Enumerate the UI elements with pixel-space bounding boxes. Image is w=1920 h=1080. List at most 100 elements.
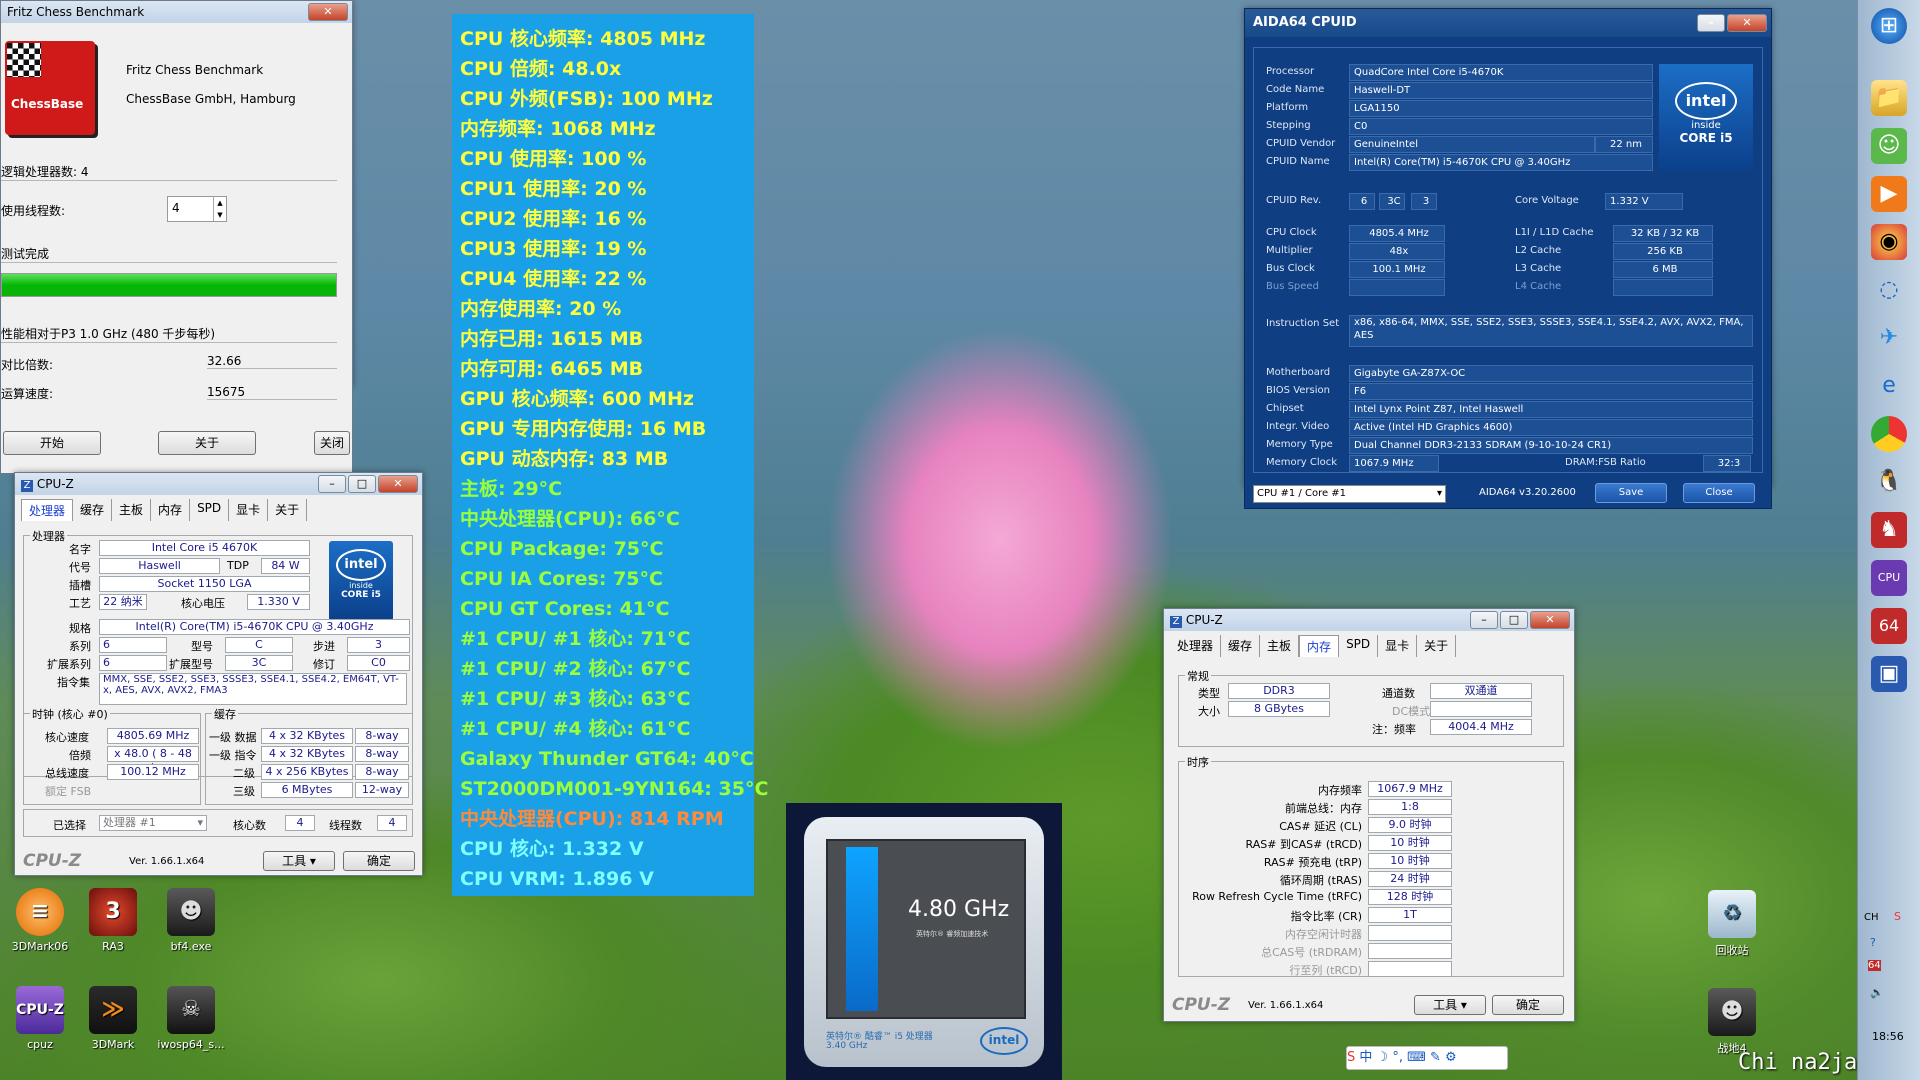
stepping-label: 步进 [313,640,335,653]
clock[interactable]: 18:56 [1872,1030,1904,1043]
3dmark-icon: ≫ [89,986,137,1034]
ok-button[interactable]: 确定 [343,851,415,871]
wechat-icon[interactable]: ☺ [1871,128,1907,164]
cpuz-brand: CPU-Z [1172,995,1231,1015]
tab-processor[interactable]: 处理器 [21,499,74,521]
close-icon[interactable]: ✕ [378,475,418,493]
gadget-sub: 英特尔® 睿频加速技术 [916,930,989,938]
close-button-aida[interactable]: Close [1683,483,1755,503]
tab-mainboard[interactable]: 主板 [1260,635,1300,657]
maximize-icon[interactable]: □ [1500,611,1528,629]
osd-line: ST2000DM001-9YN164: 35°C [460,778,769,800]
cpuz1-titlebar[interactable]: Z CPU-Z – □ ✕ [15,473,422,495]
osd-line: 内存频率: 1068 MHz [460,118,656,140]
core-select[interactable]: CPU #1 / Core #1 ▾ [1253,485,1446,503]
turbo-boost-gadget[interactable]: 4.80 GHz 英特尔® 睿频加速技术 英特尔® 酷睿™ i5 处理器 3.4… [786,803,1062,1080]
tools-button[interactable]: 工具 ▾ [263,851,335,871]
sogou-tray-icon[interactable]: S [1894,910,1901,923]
thunder-icon[interactable]: ✈ [1871,320,1907,356]
family-label: 系列 [69,640,91,653]
desktop-icon-cpuz[interactable]: CPU-Z cpuz [0,986,80,1051]
l3-label: 三级 [233,785,255,798]
aida-tray-icon[interactable]: 64 [1868,960,1881,971]
media-player-icon[interactable]: ▶ [1871,176,1907,212]
tab-spd[interactable]: SPD [1339,635,1379,657]
tab-graphics[interactable]: 显卡 [1378,635,1418,657]
osd-line: CPU 倍频: 48.0x [460,58,622,80]
voltage-label: 核心电压 [181,597,225,610]
tab-memory[interactable]: 内存 [1299,635,1340,657]
minimize-icon[interactable]: – [318,475,346,493]
maximize-icon[interactable]: □ [348,475,376,493]
ok-button[interactable]: 确定 [1492,995,1564,1015]
vendor-value: GenuineIntel [1349,136,1595,153]
close-icon[interactable]: ✕ [308,3,348,21]
tab-memory[interactable]: 内存 [151,499,191,521]
timing-value [1368,925,1452,941]
minimize-icon[interactable]: – [1470,611,1498,629]
fritz-titlebar[interactable]: Fritz Chess Benchmark ✕ [1,1,352,23]
aida-intel-ring: intel [1675,82,1737,120]
chrome-icon[interactable] [1871,416,1907,452]
chessbase-logo: ChessBase [5,41,95,135]
codename-value: Haswell-DT [1349,82,1653,99]
save-button[interactable]: Save [1595,483,1667,503]
tab-about[interactable]: 关于 [268,499,308,521]
tab-spd[interactable]: SPD [190,499,230,521]
corevolt-value: 1.332 V [1605,193,1683,210]
explorer-icon[interactable]: 📁 [1871,80,1907,116]
memtype-value: Dual Channel DDR3-2133 SDRAM (9-10-10-24… [1349,437,1753,454]
start-button[interactable]: 开始 [3,431,101,455]
help-tray-icon[interactable]: ? [1870,936,1876,949]
tab-cache[interactable]: 缓存 [1221,635,1261,657]
tab-graphics[interactable]: 显卡 [229,499,269,521]
timing-value: 1:8 [1368,799,1452,815]
aida-titlebar[interactable]: AIDA64 CPUID – ✕ [1245,9,1771,37]
minimize-icon[interactable]: – [1697,14,1725,32]
close-icon[interactable]: ✕ [1530,611,1570,629]
mem-size-label: 大小 [1198,705,1220,718]
timing-label: 内存频率 [1318,784,1362,797]
spinner-arrows-icon[interactable]: ▲ ▼ [213,197,226,221]
processor-select[interactable]: 处理器 #1 ▾ [99,815,207,831]
close-icon[interactable]: ✕ [1727,14,1767,32]
aida-core-text: CORE i5 [1679,131,1733,145]
rev-family: 6 [1349,193,1375,210]
mb-label: Motherboard [1266,367,1331,378]
desktop-icon-ra3[interactable]: 3 RA3 [73,888,153,953]
desktop-icon-bf4-2[interactable]: ☻ 战地4 [1692,988,1772,1056]
cpuz-taskbar-icon[interactable]: CPU [1871,560,1907,596]
desktop-icon-bf4[interactable]: ☻ bf4.exe [151,888,231,953]
aida-bus-value: 100.1 MHz [1349,261,1445,278]
start-orb-icon[interactable]: ⊞ [1871,8,1907,44]
ime-toolbar[interactable]: S 中 ☽ °, ⌨ ✎ ⚙ [1346,1046,1508,1070]
fritz-taskbar-icon[interactable]: ♞ [1871,512,1907,548]
browser-icon[interactable]: ◉ [1871,224,1907,260]
ie-blue-icon[interactable]: ◌ [1871,272,1907,308]
osd-overlay: CPU 核心频率: 4805 MHz CPU 倍频: 48.0x CPU 外频(FS… [452,14,769,896]
monitor-taskbar-icon[interactable]: ▣ [1871,656,1907,692]
desktop-icon-iwosp64[interactable]: ☠ iwosp64_s... [151,986,231,1051]
qq-icon[interactable]: 🐧 [1871,464,1907,500]
desktop-icon-3dmark[interactable]: ≫ 3DMark [73,986,153,1051]
desktop-icon-3dmark06[interactable]: ≡ 3DMark06 [0,888,80,953]
threads-spinner[interactable]: 4 ▲ ▼ [167,196,227,222]
volume-tray-icon[interactable]: 🔈 [1870,986,1884,999]
close-button[interactable]: 关闭 [314,431,350,455]
desktop-icon-recycle-bin[interactable]: ♻ 回收站 [1692,890,1772,958]
tab-processor[interactable]: 处理器 [1170,635,1222,657]
about-button[interactable]: 关于 [158,431,256,455]
lang-indicator[interactable]: CH [1864,912,1879,923]
bios-value: F6 [1349,383,1753,400]
cpuz2-titlebar[interactable]: Z CPU-Z – □ ✕ [1164,609,1574,631]
tab-cache[interactable]: 缓存 [73,499,113,521]
aida64-taskbar-icon[interactable]: 64 [1871,608,1907,644]
ie-icon[interactable]: e [1871,368,1907,404]
tab-about[interactable]: 关于 [1417,635,1457,657]
tools-button[interactable]: 工具 ▾ [1414,995,1486,1015]
aida-l2-value: 256 KB [1613,243,1713,260]
channel-label: 通道数 [1382,687,1415,700]
tab-mainboard[interactable]: 主板 [112,499,152,521]
fritz-company: ChessBase GmbH, Hamburg [126,92,296,106]
rev-model: 3C [1379,193,1405,210]
